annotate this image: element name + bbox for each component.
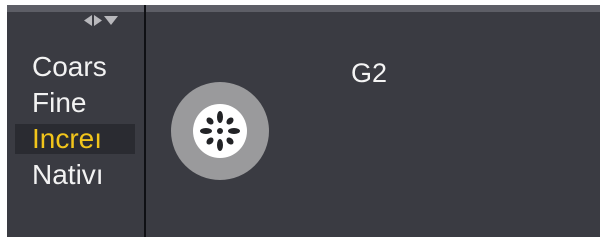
step-option-increment[interactable]: Increı <box>15 124 135 154</box>
top-bar <box>7 5 600 12</box>
step-option-coarse[interactable]: Coars <box>15 52 127 82</box>
pan-tilt-dial[interactable] <box>171 82 269 180</box>
encoder-panel: Coars Fine Increı Nativı G2 <box>7 5 600 237</box>
step-option-fine[interactable]: Fine <box>15 88 127 118</box>
step-option-native[interactable]: Nativı <box>15 160 127 190</box>
step-option-label: Coars <box>32 52 107 82</box>
step-option-label: Nativı <box>32 160 104 190</box>
panel-arrow-controls <box>84 13 134 27</box>
main-panel: G2 <box>146 12 600 237</box>
left-arrow-icon[interactable] <box>84 14 93 26</box>
right-arrow-icon[interactable] <box>94 14 103 26</box>
group-title: G2 <box>351 58 388 88</box>
step-option-label: Fine <box>32 88 87 118</box>
step-option-label: Increı <box>32 124 103 154</box>
down-arrow-icon[interactable] <box>104 15 118 26</box>
pan-tilt-dial-icon <box>193 104 247 158</box>
